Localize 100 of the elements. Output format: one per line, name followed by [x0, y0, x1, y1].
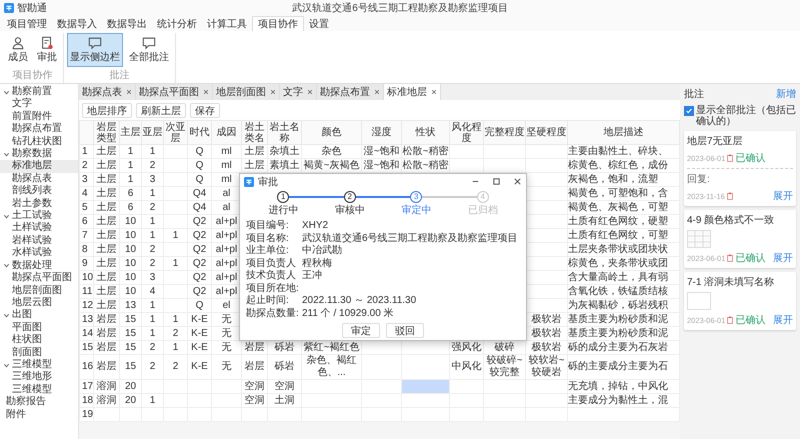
chevron-icon[interactable] — [3, 312, 10, 320]
clipboard-icon[interactable] — [727, 316, 734, 324]
ribbon-button[interactable]: 成员 — [5, 33, 31, 67]
ribbon-button[interactable]: 显示侧边栏 — [67, 33, 123, 67]
tree-item[interactable]: 三维模型 — [0, 384, 78, 396]
column-header[interactable]: 坚硬程度 — [526, 120, 568, 144]
column-header[interactable]: 亚层 — [142, 120, 164, 144]
close-icon[interactable] — [126, 89, 132, 95]
tree-item[interactable]: 柱状图 — [0, 334, 78, 347]
column-header[interactable]: 岩土类名 — [242, 120, 268, 144]
column-header[interactable]: 岩土名称 — [268, 120, 302, 144]
close-icon[interactable] — [513, 177, 522, 186]
chevron-icon[interactable] — [3, 150, 10, 158]
tree-item[interactable]: 岩土参数 — [0, 198, 78, 210]
selected-cell[interactable] — [402, 380, 450, 394]
column-header[interactable]: 岩层类型 — [94, 120, 120, 144]
tree-item[interactable]: 剖线列表 — [0, 185, 78, 198]
tree-item[interactable]: 标准地层 — [0, 160, 78, 173]
clipboard-icon[interactable] — [727, 154, 734, 162]
expand-link[interactable]: 展开 — [773, 313, 793, 327]
maximize-icon[interactable] — [492, 177, 501, 186]
document-tab[interactable]: 勘探点布置 — [317, 84, 384, 100]
table-cell: 岩层 — [94, 340, 120, 354]
tree-group-label[interactable]: 出图 — [12, 309, 32, 322]
close-icon[interactable] — [431, 89, 437, 95]
table-cell: 1 — [142, 144, 164, 158]
tab-label[interactable]: 地层剖面图 — [216, 85, 266, 99]
add-link[interactable]: 新增 — [776, 87, 796, 101]
expand-link[interactable]: 展开 — [773, 251, 793, 265]
table-cell: Q4 — [188, 186, 212, 200]
tree-group-label[interactable]: 勘察数据 — [12, 148, 52, 160]
tree-group-label[interactable]: 数据处理 — [12, 260, 52, 272]
document-tab[interactable]: 地层剖面图 — [213, 84, 280, 100]
document-tab[interactable]: 勘探点表 — [79, 84, 136, 100]
tree-group-label[interactable]: 勘察前置 — [12, 86, 52, 98]
column-header[interactable]: 主层 — [120, 120, 142, 144]
tree-item[interactable]: 地层云图 — [0, 296, 78, 310]
menu-tab[interactable]: 数据导出 — [102, 16, 152, 31]
tab-label[interactable]: 标准地层 — [387, 85, 427, 99]
column-header[interactable]: 时代 — [188, 120, 212, 144]
tree-item[interactable]: 三维地形 — [0, 371, 78, 384]
tree-item[interactable]: 文字 — [0, 98, 78, 111]
tree-item[interactable]: 勘探点平面图 — [0, 272, 78, 284]
tree-item[interactable]: 勘探点布置 — [0, 123, 78, 136]
tree-item[interactable]: 岩样试验 — [0, 234, 78, 248]
column-header[interactable]: 颜色 — [302, 120, 362, 144]
tree-item[interactable]: 勘探点表 — [0, 172, 78, 186]
column-header[interactable]: 湿度 — [362, 120, 402, 144]
tree-group-label[interactable]: 土工试验 — [12, 210, 52, 222]
dialog-button[interactable]: 审定 — [342, 323, 380, 338]
tab-label[interactable]: 勘探点平面图 — [139, 85, 199, 99]
ribbon-button[interactable]: 审批 — [34, 33, 60, 67]
document-tab[interactable]: 标准地层 — [384, 84, 441, 100]
expand-link[interactable]: 展开 — [773, 189, 793, 203]
tree-item[interactable]: 平面图 — [0, 322, 78, 334]
table-cell: 6 — [120, 200, 142, 214]
menu-tab[interactable]: 数据导入 — [52, 16, 102, 31]
tree-group-label[interactable]: 三维模型 — [12, 358, 52, 372]
menu-tab[interactable]: 项目协作 — [252, 16, 304, 31]
menu-tab[interactable]: 计算工具 — [202, 16, 252, 31]
tree-item[interactable]: 勘察报告 — [0, 396, 78, 409]
tree-item[interactable]: 剖面图 — [0, 346, 78, 359]
menu-tab[interactable]: 统计分析 — [152, 16, 202, 31]
column-header[interactable]: 完整程度 — [484, 120, 526, 144]
toolbar-button[interactable]: 地层排序 — [82, 102, 132, 118]
menu-tab[interactable]: 设置 — [304, 16, 334, 31]
close-icon[interactable] — [203, 89, 209, 95]
column-header[interactable]: 次亚层 — [164, 120, 188, 144]
checkbox[interactable] — [684, 106, 694, 116]
chevron-icon[interactable] — [3, 212, 10, 220]
tab-label[interactable]: 勘探点表 — [82, 85, 122, 99]
menu-tab[interactable]: 项目管理 — [2, 16, 52, 31]
clipboard-icon[interactable] — [727, 254, 734, 262]
tree-item[interactable]: 土样试验 — [0, 222, 78, 235]
chevron-icon[interactable] — [3, 362, 10, 369]
checkbox-label[interactable]: 显示全部批注（包括已确认的） — [696, 105, 796, 127]
chevron-icon[interactable] — [3, 88, 10, 96]
clipboard-icon[interactable] — [726, 192, 733, 200]
tab-label[interactable]: 勘探点布置 — [320, 85, 370, 99]
table-cell: 2 — [142, 256, 164, 270]
tree-item[interactable]: 地层剖面图 — [0, 284, 78, 297]
tree-item[interactable]: 附件 — [0, 408, 78, 421]
close-icon[interactable] — [270, 89, 276, 95]
document-tab[interactable]: 文字 — [280, 84, 317, 100]
tree-item[interactable]: 水样试验 — [0, 247, 78, 260]
close-icon[interactable] — [307, 89, 313, 95]
tab-label[interactable]: 文字 — [283, 85, 303, 99]
toolbar-button[interactable]: 保存 — [190, 102, 220, 118]
dialog-button[interactable]: 驳回 — [386, 323, 424, 338]
column-header[interactable]: 风化程度 — [450, 120, 484, 144]
close-icon[interactable] — [374, 89, 380, 95]
tree-item[interactable]: 前置附件 — [0, 110, 78, 124]
document-tab[interactable]: 勘探点平面图 — [136, 84, 213, 100]
chevron-icon[interactable] — [3, 262, 10, 270]
column-header[interactable]: 成因 — [212, 120, 242, 144]
column-header[interactable]: 地层描述 — [568, 120, 680, 144]
column-header[interactable]: 性状 — [402, 120, 450, 144]
ribbon-button[interactable]: 全部批注 — [126, 33, 172, 67]
toolbar-button[interactable]: 刷新土层 — [136, 102, 186, 118]
tree-item[interactable]: 钻孔柱状图 — [0, 136, 78, 148]
